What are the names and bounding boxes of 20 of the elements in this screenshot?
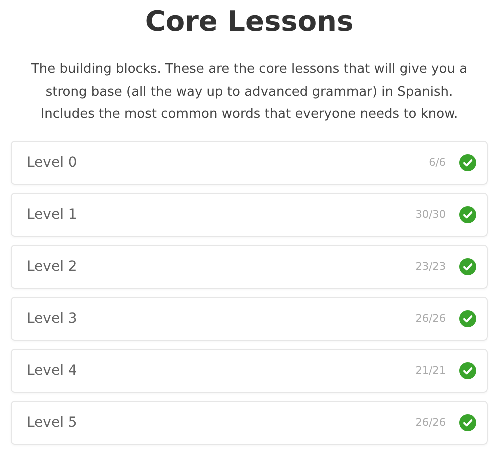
progress-count: 6/6 xyxy=(429,156,446,168)
progress-count: 21/21 xyxy=(416,364,446,376)
page-title: Core Lessons xyxy=(145,4,354,40)
level-name: Level 0 xyxy=(27,154,78,170)
description: The building blocks. These are the core lessons that will give you a strong base (all the way up to advanced grammar) in Spanish. Includes the most common words that everyone needs to know. xyxy=(30,61,469,124)
level-row[interactable]: Level 0 6/6 xyxy=(11,140,488,184)
level-row[interactable]: Level 2 23/23 xyxy=(11,244,488,288)
level-row[interactable]: Level 4 21/21 xyxy=(11,348,488,392)
level-row[interactable]: Level 1 30/30 xyxy=(11,192,488,236)
progress-count: 26/26 xyxy=(416,416,446,428)
level-name: Level 5 xyxy=(27,414,78,430)
progress-count: 23/23 xyxy=(416,260,446,272)
level-name: Level 1 xyxy=(27,206,78,222)
level-name: Level 2 xyxy=(27,258,78,274)
level-name: Level 4 xyxy=(27,362,78,378)
level-row[interactable]: Level 5 26/26 xyxy=(11,400,488,444)
level-row[interactable]: Level 3 26/26 xyxy=(11,296,488,340)
progress-count: 26/26 xyxy=(416,312,446,324)
level-name: Level 3 xyxy=(27,310,78,326)
progress-count: 30/30 xyxy=(416,208,446,220)
